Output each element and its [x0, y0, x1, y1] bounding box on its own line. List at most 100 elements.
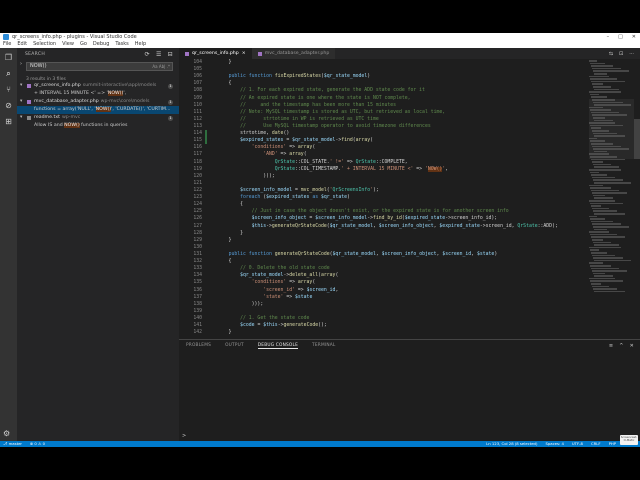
toggle-replace-icon[interactable]: ›: [20, 61, 22, 67]
menu-edit[interactable]: Edit: [17, 41, 27, 48]
code-line[interactable]: 132 {: [179, 258, 584, 265]
code-line[interactable]: 119 QrState::COL_TIMESTAMP.' + INTERVAL …: [179, 166, 584, 173]
result-match[interactable]: Allow IS and NOW() functions in queries: [17, 122, 179, 130]
tab-qr-screens-info[interactable]: qr_screens_info.php ×: [179, 48, 252, 59]
code-line[interactable]: 115 $expired_states = $qr_state_model->f…: [179, 137, 584, 145]
gear-icon[interactable]: ⚙: [3, 429, 10, 438]
scrollbar-thumb[interactable]: [634, 119, 640, 159]
php-file-icon: [27, 100, 31, 104]
code-line[interactable]: 137 'state' => $state: [179, 294, 584, 301]
menu-file[interactable]: File: [3, 41, 11, 48]
maximize-panel-icon[interactable]: ^: [619, 343, 623, 349]
close-panel-icon[interactable]: ✕: [630, 343, 634, 349]
code-line[interactable]: 138 )));: [179, 301, 584, 308]
cursor-position[interactable]: Ln 123, Col 28 (8 selected): [486, 441, 537, 447]
tab-problems[interactable]: PROBLEMS: [186, 343, 211, 348]
clear-console-icon[interactable]: ≡: [609, 343, 613, 349]
source-control-icon[interactable]: ⑂: [3, 84, 14, 95]
result-file[interactable]: ▾ readme.txt wp-mvc 1: [17, 114, 179, 122]
debug-icon[interactable]: ⊘: [3, 100, 14, 111]
indentation[interactable]: Spaces: 4: [545, 441, 563, 447]
editor-scrollbar[interactable]: [634, 59, 640, 339]
code-line[interactable]: 113 // Use MySQL timestamp operator to a…: [179, 123, 584, 130]
code-line[interactable]: 116 'conditions' => array(: [179, 144, 584, 151]
code-line[interactable]: 110 // and the timestamp has been more t…: [179, 102, 584, 109]
language-mode[interactable]: PHP: [609, 441, 616, 447]
code-line[interactable]: 127 $this->generateQrStateCode($qr_state…: [179, 223, 584, 230]
result-match-selected[interactable]: functions = array('NULL', 'NOW()', 'CURD…: [17, 106, 179, 114]
code-line[interactable]: 136 'screen_id' => $screen_id,: [179, 287, 584, 294]
git-branch[interactable]: ⎇ master: [3, 441, 22, 447]
files-icon[interactable]: ❐: [3, 52, 14, 63]
code-line[interactable]: 140 // 1. Get the state code: [179, 315, 584, 322]
code-line[interactable]: 122 $screen_info_model = mvc_model('QrSc…: [179, 187, 584, 194]
close-button[interactable]: ✕: [632, 33, 636, 41]
code-line[interactable]: 141 $code = $this->generateCode();: [179, 322, 584, 329]
split-editor-icon[interactable]: ⊡: [619, 51, 623, 57]
code-line[interactable]: 139: [179, 308, 584, 315]
code-line[interactable]: 129 }: [179, 237, 584, 244]
code-line[interactable]: 104 }: [179, 59, 584, 66]
encoding[interactable]: UTF-8: [572, 441, 583, 447]
menu-help[interactable]: Help: [135, 41, 146, 48]
extensions-icon[interactable]: ⊞: [3, 116, 14, 127]
line-ending[interactable]: CRLF: [591, 441, 601, 447]
minimap-line: [590, 187, 611, 189]
code-line[interactable]: 134 $qr_state_model->delete_all(array(: [179, 272, 584, 279]
tab-mvc-database-adapter[interactable]: mvc_database_adapter.php: [251, 48, 336, 59]
code-line[interactable]: 131 public function generateQrStateCode(…: [179, 251, 584, 258]
result-file[interactable]: ▾ mvc_database_adapter.php wp-mvc\core\mo…: [17, 98, 179, 106]
code-line[interactable]: 124 {: [179, 201, 584, 208]
code-line[interactable]: 109 // An expired state is one where the…: [179, 95, 584, 102]
search-options[interactable]: Aa Ab| .*: [152, 63, 170, 70]
menu-tasks[interactable]: Tasks: [115, 41, 128, 48]
code-line[interactable]: 118 QrState::COL_STATE.' !=' => QrState:…: [179, 159, 584, 166]
line-number: 127: [193, 223, 202, 229]
minimize-button[interactable]: –: [607, 33, 610, 41]
menu-selection[interactable]: Selection: [33, 41, 56, 48]
menu-go[interactable]: Go: [80, 41, 87, 48]
clear-results-icon[interactable]: ☰: [156, 51, 162, 58]
code-line[interactable]: 130: [179, 244, 584, 251]
minimap-line: [590, 155, 617, 158]
code-line[interactable]: 135 'conditions' => array(: [179, 279, 584, 286]
code-line[interactable]: 105: [179, 66, 584, 73]
code-line[interactable]: 142 }: [179, 329, 584, 336]
open-changes-icon[interactable]: ⇆: [609, 51, 613, 57]
code-line[interactable]: 133 // 0. Delete the old state code: [179, 265, 584, 272]
code-line[interactable]: 128 }: [179, 230, 584, 237]
result-file[interactable]: ▾ qr_screens_info.php summit-interactive\…: [17, 82, 179, 90]
chevron-down-icon: ▾: [20, 115, 23, 120]
code-line[interactable]: 108 // 1. For each expired state, genera…: [179, 87, 584, 94]
console-prompt[interactable]: >: [182, 433, 186, 439]
search-icon[interactable]: ⌕: [3, 68, 14, 79]
code-line[interactable]: 123 foreach ($expired_states as $qr_stat…: [179, 194, 584, 201]
menu-debug[interactable]: Debug: [93, 41, 109, 48]
line-text: {: [217, 259, 232, 265]
line-text: {: [217, 202, 243, 208]
code-line[interactable]: 120 )));: [179, 173, 584, 180]
search-input[interactable]: NOW() Aa Ab| .*: [26, 62, 173, 71]
code-line[interactable]: 114 strtotime, date(): [179, 130, 584, 138]
code-line[interactable]: 125 // Just in case the object doesn't e…: [179, 208, 584, 215]
code-editor[interactable]: 104 } 105 106 public function fixExpiredSt…: [179, 59, 584, 339]
maximize-button[interactable]: □: [618, 33, 623, 41]
collapse-all-icon[interactable]: ⊟: [168, 51, 173, 58]
code-line[interactable]: 126 $screen_info_object = $screen_info_m…: [179, 215, 584, 222]
tab-terminal[interactable]: TERMINAL: [312, 343, 335, 348]
code-line[interactable]: 106 public function fixExpiredStates($qr…: [179, 73, 584, 80]
code-line[interactable]: 111 // Note: MySQL timestamp is stored a…: [179, 109, 584, 116]
result-match[interactable]: + INTERVAL 15 MINUTE <' => 'NOW()',: [17, 90, 179, 98]
tab-debug-console[interactable]: DEBUG CONSOLE: [257, 343, 299, 349]
refresh-icon[interactable]: ⟳: [145, 51, 150, 58]
tab-output[interactable]: OUTPUT: [225, 343, 244, 348]
more-actions-icon[interactable]: ···: [629, 51, 634, 57]
close-icon[interactable]: ×: [242, 51, 246, 56]
code-line[interactable]: 107 {: [179, 80, 584, 87]
menu-view[interactable]: View: [62, 41, 74, 48]
minimap[interactable]: [589, 59, 634, 339]
code-line[interactable]: 121: [179, 180, 584, 187]
code-line[interactable]: 112 // strtotime in WP is retrieved as U…: [179, 116, 584, 123]
problems-count[interactable]: ⊗ 0 ⚠ 0: [30, 441, 45, 447]
code-line[interactable]: 117 'AND' => array(: [179, 151, 584, 158]
